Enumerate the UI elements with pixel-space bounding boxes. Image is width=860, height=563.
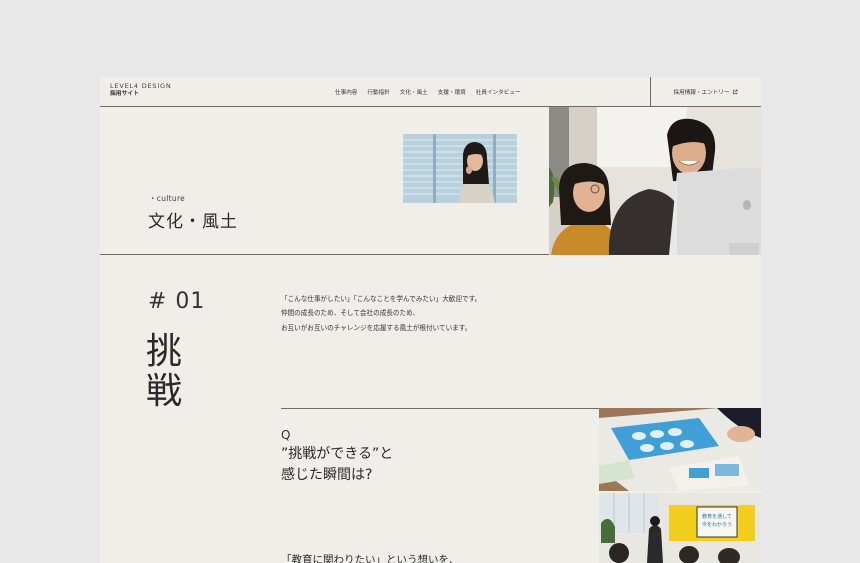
- site-logo[interactable]: LEVEL4 DESIGN 採用サイト: [110, 82, 172, 98]
- nav-item-guidelines[interactable]: 行動指針: [367, 88, 389, 96]
- page-title: 文化・風土: [148, 212, 238, 232]
- nav-item-culture[interactable]: 文化・風土: [400, 88, 428, 96]
- intro-line: 「こんな仕事がしたい」「こんなことを学んでみたい」大歓迎です。: [281, 295, 482, 303]
- question-line: 感じた瞬間は?: [281, 467, 373, 483]
- section-heading-char-2: 戦: [146, 371, 183, 412]
- photo-woman-window: [403, 134, 517, 203]
- slide-text-2: 今をわかろう: [702, 521, 732, 528]
- hero-section: ・culture 文化・風土: [100, 107, 761, 255]
- slide-text-1: 教育を通して: [702, 513, 732, 520]
- nav-item-support[interactable]: 支援・環境: [438, 88, 466, 96]
- section-divider: [281, 408, 599, 409]
- entry-button[interactable]: 採用情報・エントリー: [650, 77, 761, 107]
- section-intro: 「こんな仕事がしたい」「こんなことを学んでみたい」大歓迎です。 仲間の成長のため…: [281, 292, 481, 335]
- intro-line: お互いがお互いのチャレンジを応援する風土が根付いています。: [281, 323, 472, 332]
- section-heading-char-1: 挑: [146, 331, 183, 372]
- question-line: ”挑戦ができる”と: [281, 446, 394, 462]
- question-title: ”挑戦ができる”と 感じた瞬間は?: [281, 444, 393, 486]
- hero-subtitle: ・culture: [149, 194, 186, 203]
- logo-subtext: 採用サイト: [110, 91, 139, 98]
- entry-label: 採用情報・エントリー: [673, 90, 730, 96]
- intro-line: 仲間の成長のため、そして会社の成長のため、: [281, 309, 420, 318]
- logo-text: LEVEL4 DESIGN: [110, 82, 172, 90]
- external-link-icon: [733, 89, 738, 95]
- nav-item-interview[interactable]: 社員インタビュー: [476, 88, 521, 96]
- question-label: Q: [281, 428, 291, 442]
- site-header: LEVEL4 DESIGN 採用サイト 仕事内容 行動指針 文化・風土 支援・環…: [100, 77, 761, 107]
- nav-item-work[interactable]: 仕事内容: [335, 88, 357, 96]
- site-frame: LEVEL4 DESIGN 採用サイト 仕事内容 行動指針 文化・風土 支援・環…: [100, 77, 761, 563]
- photo-two-women-laughing: [549, 107, 761, 255]
- main-nav: 仕事内容 行動指針 文化・風土 支援・環境 社員インタビュー: [335, 88, 521, 96]
- photo-design-materials: [599, 408, 761, 491]
- section-number: # 01: [148, 289, 206, 314]
- section-heading: 挑 戦: [146, 332, 186, 412]
- answer-text: 「教育に関わりたい」という想いを、: [281, 554, 460, 563]
- photo-presentation-room: 教育を通して 今をわかろう: [599, 493, 761, 563]
